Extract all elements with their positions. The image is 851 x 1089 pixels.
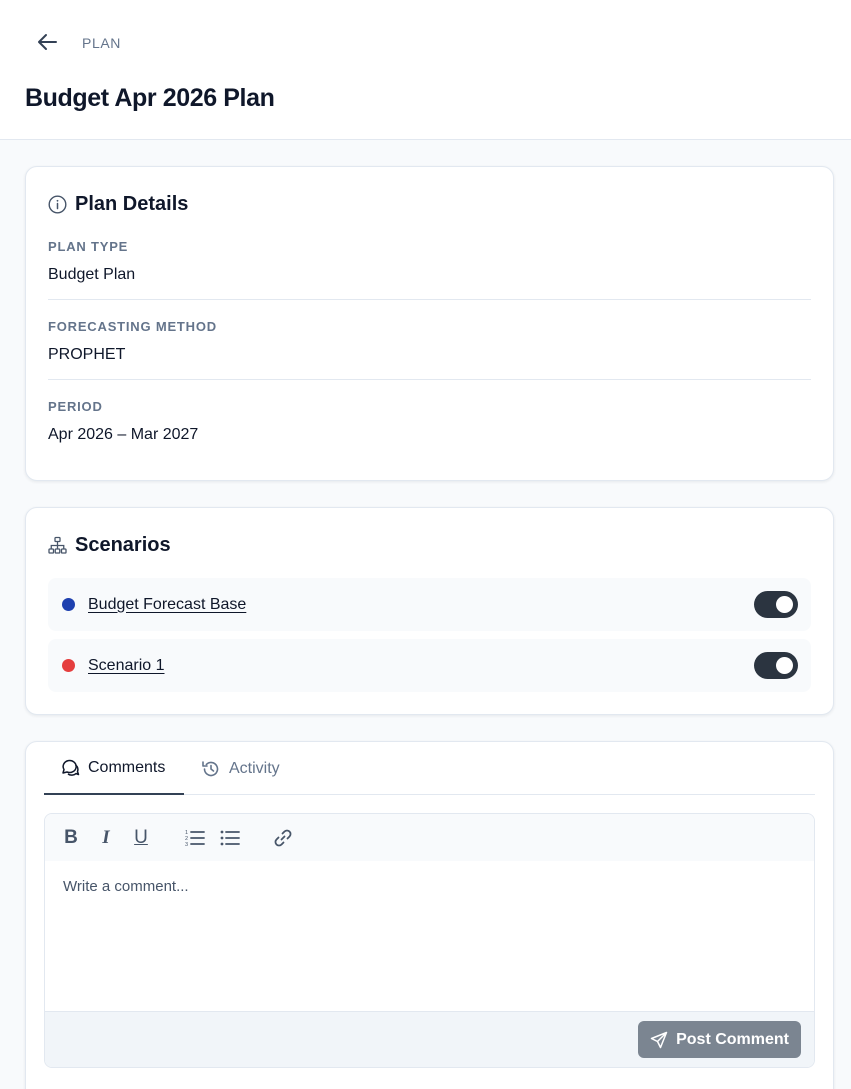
plan-details-card: Plan Details PLAN TYPE Budget Plan FOREC… [25, 166, 834, 481]
svg-text:3: 3 [185, 842, 188, 847]
link-icon [274, 829, 292, 847]
field-label-plan-type: PLAN TYPE [48, 239, 129, 254]
plan-details-title: Plan Details [75, 193, 189, 215]
underline-button[interactable]: U [129, 826, 153, 850]
page-title: Budget Apr 2026 Plan [25, 84, 275, 112]
scenario-link[interactable]: Budget Forecast Base [88, 596, 246, 614]
ordered-list-icon: 1 2 3 [185, 830, 205, 847]
bullet-list-icon [220, 830, 240, 846]
scenario-toggle[interactable] [754, 591, 798, 618]
tab-comments[interactable]: Comments [44, 742, 184, 795]
toggle-knob [776, 657, 793, 674]
editor-toolbar: B I U 1 2 3 [45, 814, 814, 861]
arrow-left-icon [38, 34, 57, 50]
chat-bubbles-icon [62, 759, 80, 776]
underline-icon: U [134, 827, 148, 848]
link-button[interactable] [271, 826, 295, 850]
info-icon [48, 195, 67, 214]
page-header: PLAN Budget Apr 2026 Plan [0, 0, 851, 140]
comments-card: Comments Activity B I U 1 2 3 Write a co… [25, 741, 834, 1089]
scenarios-heading: Scenarios [48, 534, 171, 557]
comment-editor: B I U 1 2 3 Write a comment... Post Comm… [44, 813, 815, 1068]
tab-comments-label: Comments [88, 758, 166, 776]
bullet-list-button[interactable] [218, 826, 242, 850]
ordered-list-button[interactable]: 1 2 3 [183, 826, 207, 850]
bold-button[interactable]: B [59, 826, 83, 850]
scenario-row: Budget Forecast Base [48, 578, 811, 631]
scenarios-card: Scenarios Budget Forecast Base Scenario … [25, 507, 834, 715]
toggle-knob [776, 596, 793, 613]
scenario-row: Scenario 1 [48, 639, 811, 692]
history-icon [202, 760, 219, 776]
scenarios-title: Scenarios [75, 534, 171, 556]
field-value-period: Apr 2026 – Mar 2027 [48, 426, 199, 443]
comment-input[interactable] [45, 861, 814, 1011]
bold-icon: B [64, 827, 78, 848]
scenario-toggle[interactable] [754, 652, 798, 679]
scenario-link[interactable]: Scenario 1 [88, 657, 165, 675]
divider [48, 379, 811, 380]
field-label-period: PERIOD [48, 399, 103, 414]
post-comment-label: Post Comment [676, 1030, 789, 1048]
tab-activity[interactable]: Activity [201, 742, 280, 795]
italic-button[interactable]: I [94, 826, 118, 850]
field-value-forecasting-method: PROPHET [48, 346, 126, 363]
scenario-color-dot [62, 659, 75, 672]
editor-footer: Post Comment [45, 1011, 814, 1067]
field-value-plan-type: Budget Plan [48, 266, 136, 283]
back-button[interactable] [33, 28, 61, 56]
divider [48, 299, 811, 300]
field-label-forecasting-method: FORECASTING METHOD [48, 319, 217, 334]
post-comment-button[interactable]: Post Comment [638, 1021, 801, 1058]
send-icon [650, 1031, 668, 1048]
italic-icon: I [102, 827, 110, 848]
hierarchy-icon [48, 536, 67, 555]
plan-details-heading: Plan Details [48, 193, 188, 216]
scenario-color-dot [62, 598, 75, 611]
breadcrumb[interactable]: PLAN [82, 35, 121, 51]
tab-activity-label: Activity [229, 759, 280, 777]
